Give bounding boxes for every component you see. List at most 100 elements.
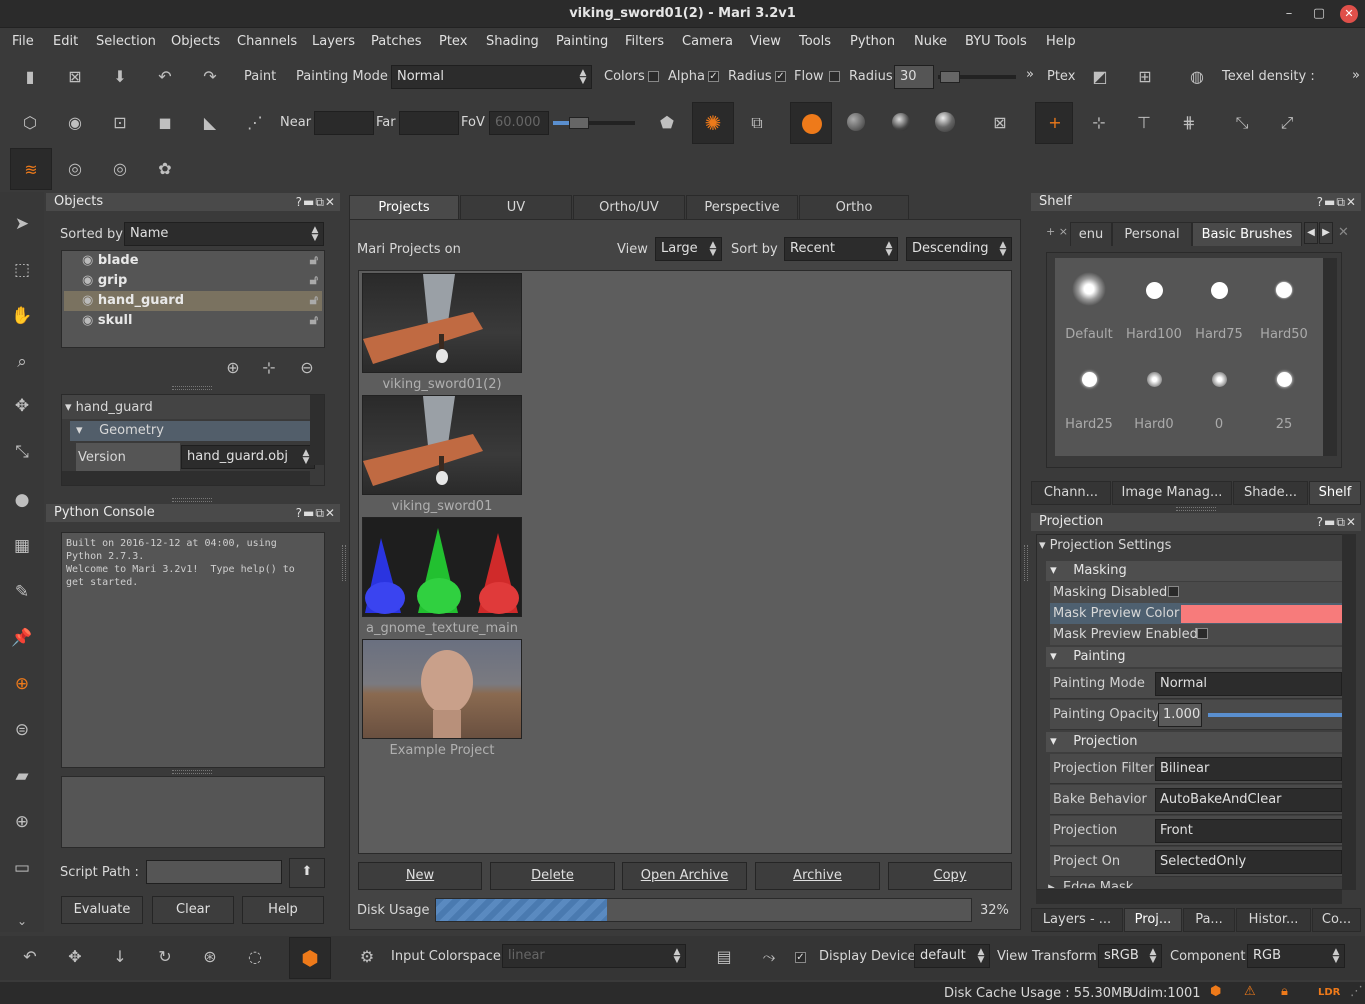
menu-selection[interactable]: Selection xyxy=(96,34,156,49)
project-on-dropdown[interactable]: SelectedOnly xyxy=(1155,850,1342,874)
splitter-handle[interactable] xyxy=(172,386,212,390)
splitter-handle[interactable] xyxy=(172,770,212,774)
zoom-icon[interactable]: ⌕ xyxy=(8,348,36,376)
open-archive-button[interactable]: Open Archive xyxy=(622,862,747,890)
painting-mode-dropdown[interactable]: Normal xyxy=(1155,672,1342,696)
palette-icon[interactable]: ✿ xyxy=(153,157,177,181)
lock-icon[interactable]: 🔓︎ xyxy=(310,251,318,271)
ptex-split-icon[interactable]: ⊞ xyxy=(1133,65,1157,89)
view-select[interactable]: Large ▲ ▼ xyxy=(655,237,722,261)
list-item[interactable]: ◉ blade 🔓︎ xyxy=(64,251,322,271)
fov-slider[interactable] xyxy=(553,117,635,129)
menu-file[interactable]: File xyxy=(12,34,34,49)
alpha-checkbox[interactable]: ✓ xyxy=(708,71,719,82)
tab-basic-brushes[interactable]: Basic Brushes xyxy=(1192,222,1302,246)
brush-preset[interactable]: 25 xyxy=(1254,372,1314,432)
import-icon[interactable]: ⬇ xyxy=(108,65,132,89)
edge-mask-section[interactable]: ▸ Edge Mask xyxy=(1044,878,1340,888)
info-scrollbar[interactable] xyxy=(310,395,324,465)
pin-icon[interactable]: 📌 xyxy=(8,624,36,652)
view-eye-icon-2[interactable]: ◎ xyxy=(108,157,132,181)
menu-channels[interactable]: Channels xyxy=(237,34,297,49)
crosshair-toggle[interactable]: + xyxy=(1035,102,1073,144)
projection-scrollbar[interactable] xyxy=(1342,534,1356,890)
marquee-select-icon[interactable]: ⬚ xyxy=(8,256,36,284)
project-thumbnail[interactable] xyxy=(362,273,522,373)
display-device-select[interactable]: default ▲ ▼ xyxy=(914,944,990,968)
shelf-close-icon[interactable]: ✕ xyxy=(1338,225,1349,240)
toolbar-more-icon-2[interactable]: » xyxy=(1352,68,1360,83)
menu-edit[interactable]: Edit xyxy=(53,34,78,49)
undo-icon[interactable]: ↶ xyxy=(18,945,42,969)
lock-icon[interactable]: 🔓︎ xyxy=(310,311,318,331)
tab-projection[interactable]: Proj... xyxy=(1124,908,1182,932)
display-checkbox[interactable]: ✓ xyxy=(795,952,806,963)
painting-section[interactable]: ▾ Painting xyxy=(1046,647,1342,667)
undo-paint-icon[interactable]: ↶ xyxy=(153,65,177,89)
archive-button[interactable]: Archive xyxy=(755,862,880,890)
axis-all-icon[interactable]: ⋕ xyxy=(1177,111,1201,135)
brush-preset[interactable]: Hard100 xyxy=(1124,282,1184,342)
select-arrow-icon[interactable]: ➤ xyxy=(8,210,36,238)
toolbar-more-icon[interactable]: » xyxy=(1026,67,1034,82)
tab-history[interactable]: Histor... xyxy=(1236,908,1311,932)
lock-icon[interactable]: 🔓︎ xyxy=(310,291,318,311)
painting-opacity-input[interactable]: 1.000 xyxy=(1158,703,1202,727)
tab-colors[interactable]: Co... xyxy=(1312,908,1361,932)
brush-preset[interactable]: Hard75 xyxy=(1189,282,1249,342)
list-item[interactable]: ◉ grip 🔓︎ xyxy=(64,271,322,291)
version-select[interactable]: hand_guard.obj ▲ ▼ xyxy=(181,445,315,469)
evaluate-button[interactable]: Evaluate xyxy=(61,896,143,924)
eraser-icon[interactable]: ▰ xyxy=(8,762,36,790)
console-output[interactable]: Built on 2016-12-12 at 04:00, using Pyth… xyxy=(61,532,325,768)
copy-button[interactable]: Copy xyxy=(888,862,1012,890)
project-name[interactable]: Example Project xyxy=(362,743,522,758)
camera-lock-icon[interactable]: ⬟ xyxy=(655,111,679,135)
splitter-handle[interactable] xyxy=(342,545,346,581)
hexagon-status-icon[interactable]: ⬢ xyxy=(1210,984,1221,999)
menu-objects[interactable]: Objects xyxy=(171,34,220,49)
drop-icon[interactable]: ● xyxy=(8,486,36,514)
brush-icon[interactable]: ✎ xyxy=(8,578,36,606)
menu-python[interactable]: Python xyxy=(850,34,895,49)
gradient-icon[interactable]: ▭ xyxy=(8,854,36,882)
list-item-selected[interactable]: ◉ hand_guard 🔓︎ xyxy=(64,291,322,311)
console-input[interactable] xyxy=(61,776,325,848)
down-arrow-icon[interactable]: ↓ xyxy=(108,945,132,969)
flat-shading-toggle[interactable] xyxy=(790,102,832,144)
ptex-resize-icon[interactable]: ◩ xyxy=(1088,65,1112,89)
colors-checkbox[interactable] xyxy=(648,71,659,82)
projection-mode-toggle[interactable]: ⬢ xyxy=(289,937,331,979)
tab-menu[interactable]: enu xyxy=(1070,222,1112,246)
snapshot-icon[interactable]: ⧉ xyxy=(745,111,769,135)
menu-shading[interactable]: Shading xyxy=(486,34,539,49)
eye-view-icon[interactable]: ◉ xyxy=(63,111,87,135)
minimize-button[interactable]: – xyxy=(1280,5,1298,23)
lasso-icon[interactable]: ◌ xyxy=(243,945,267,969)
menu-filters[interactable]: Filters xyxy=(625,34,664,49)
panel-controls[interactable]: ?▬⧉✕ xyxy=(1317,513,1357,531)
radius-slider[interactable] xyxy=(938,71,1016,83)
projection-target-icon[interactable]: ⊕ xyxy=(8,670,36,698)
painting-opacity-slider[interactable] xyxy=(1208,713,1342,717)
globe-icon[interactable]: ◍ xyxy=(1185,65,1209,89)
painting-mode-select[interactable]: Normal ▲ ▼ xyxy=(391,65,592,89)
axis-y-icon[interactable]: ⊤ xyxy=(1132,111,1156,135)
move-icon[interactable]: ✥ xyxy=(8,392,36,420)
grid-lines-icon[interactable]: ⋰ xyxy=(243,111,267,135)
transform-icon[interactable]: ⤡ xyxy=(1230,111,1254,135)
tab-channels[interactable]: Chann... xyxy=(1031,481,1111,505)
wireframe-icon[interactable]: ⊠ xyxy=(988,111,1012,135)
brush-scrollbar[interactable] xyxy=(1323,258,1337,456)
menu-help[interactable]: Help xyxy=(1046,34,1076,49)
radius-checkbox[interactable]: ✓ xyxy=(775,71,786,82)
project-thumbnail[interactable] xyxy=(362,517,522,617)
panel-controls[interactable]: ?▬⧉✕ xyxy=(1317,193,1357,211)
tab-ortho[interactable]: Ortho xyxy=(799,195,909,219)
basic-shading-icon[interactable] xyxy=(847,113,865,131)
tab-patches[interactable]: Pa... xyxy=(1183,908,1235,932)
lut-icon[interactable]: ▤ xyxy=(712,945,736,969)
menu-view[interactable]: View xyxy=(750,34,781,49)
tab-personal[interactable]: Personal xyxy=(1112,222,1192,246)
move-tool-icon[interactable]: ✥ xyxy=(63,945,87,969)
